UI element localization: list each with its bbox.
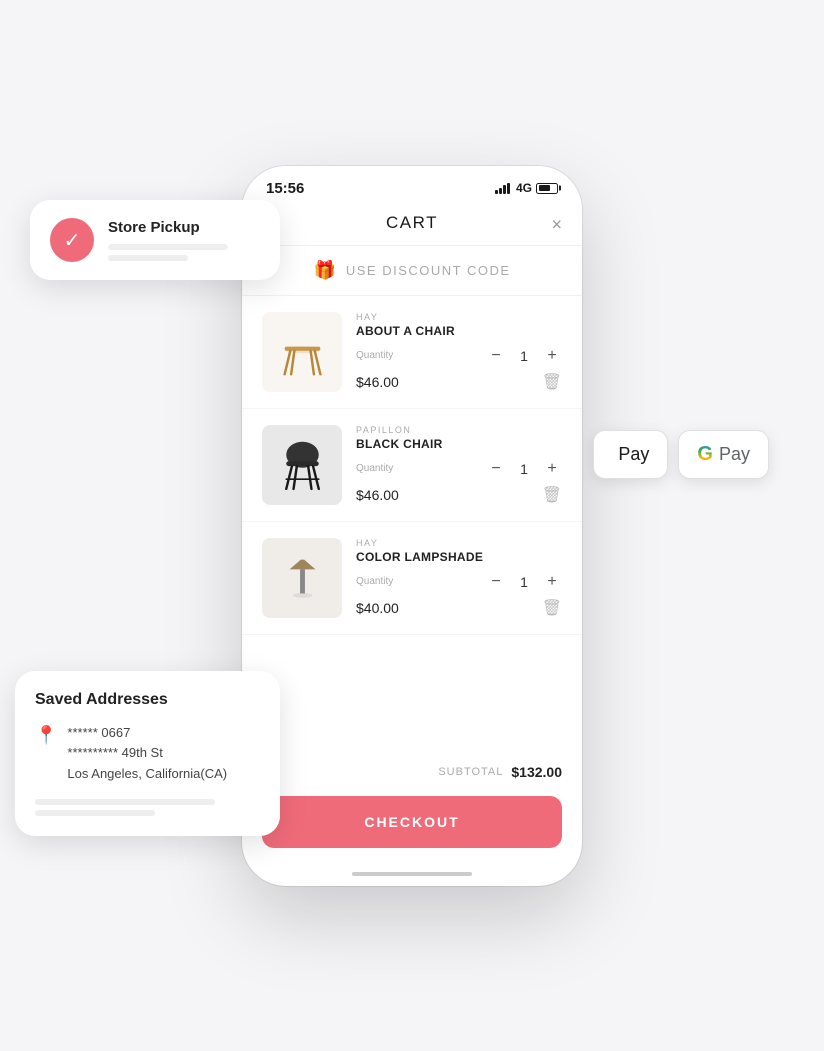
pickup-line-2 xyxy=(108,255,188,261)
qty-label-3: Quantity xyxy=(356,576,393,587)
item-name-3: COLOR LAMPSHADE xyxy=(356,550,562,564)
item-image-2 xyxy=(262,425,342,505)
item-details-2: PAPILLON BLACK CHAIR Quantity − 1 + $46.… xyxy=(356,425,562,505)
item-price-2: $46.00 xyxy=(356,487,399,503)
home-indicator xyxy=(352,872,472,876)
network-label: 4G xyxy=(516,181,532,195)
pay-buttons-overlay: Pay G Pay xyxy=(593,430,769,479)
phone-frame: 15:56 4G CART × 🎁 USE DISCOUNT xyxy=(242,166,582,886)
item-category-1: HAY xyxy=(356,312,562,322)
battery-icon xyxy=(536,183,558,194)
status-icons: 4G xyxy=(495,181,558,195)
address-text: ****** 0667 ********** 49th St Los Angel… xyxy=(67,723,227,785)
quantity-row-1: Quantity − 1 + xyxy=(356,346,562,366)
phone-inner: 15:56 4G CART × 🎁 USE DISCOUNT xyxy=(242,166,582,886)
address-line-1: ****** 0667 xyxy=(67,723,227,744)
cart-items-list: HAY ABOUT A CHAIR Quantity − 1 + $46.00 … xyxy=(242,296,582,752)
pickup-lines xyxy=(108,244,228,261)
item-name-1: ABOUT A CHAIR xyxy=(356,324,562,338)
pickup-title: Store Pickup xyxy=(108,219,228,236)
pickup-content: Store Pickup xyxy=(108,219,228,261)
qty-decrease-1[interactable]: − xyxy=(486,346,506,366)
discount-section[interactable]: 🎁 USE DISCOUNT CODE xyxy=(242,246,582,296)
qty-value-2: 1 xyxy=(516,461,532,477)
cart-item-2: PAPILLON BLACK CHAIR Quantity − 1 + $46.… xyxy=(242,409,582,522)
subtotal-amount: $132.00 xyxy=(511,764,562,780)
cart-item-3: HAY COLOR LAMPSHADE Quantity − 1 + $40.0… xyxy=(242,522,582,635)
status-bar: 15:56 4G xyxy=(242,166,582,205)
address-entry: 📍 ****** 0667 ********** 49th St Los Ang… xyxy=(35,723,260,785)
qty-increase-2[interactable]: + xyxy=(542,459,562,479)
qty-controls-3: − 1 + xyxy=(486,572,562,592)
quantity-row-2: Quantity − 1 + xyxy=(356,459,562,479)
pickup-line-1 xyxy=(108,244,228,250)
cart-header: CART × xyxy=(242,205,582,246)
item-image-1 xyxy=(262,312,342,392)
qty-controls-2: − 1 + xyxy=(486,459,562,479)
item-price-row-1: $46.00 🗑 xyxy=(356,372,562,392)
signal-bars-icon xyxy=(495,182,510,194)
item-price-1: $46.00 xyxy=(356,374,399,390)
address-lines-placeholder xyxy=(35,799,260,816)
qty-increase-1[interactable]: + xyxy=(542,346,562,366)
item-details-3: HAY COLOR LAMPSHADE Quantity − 1 + $40.0… xyxy=(356,538,562,618)
addr-placeholder-1 xyxy=(35,799,215,805)
subtotal-label: SUBTOTAL xyxy=(438,766,503,778)
subtotal-row: SUBTOTAL $132.00 xyxy=(242,752,582,788)
address-line-3: Los Angeles, California(CA) xyxy=(67,764,227,785)
qty-decrease-2[interactable]: − xyxy=(486,459,506,479)
item-price-3: $40.00 xyxy=(356,600,399,616)
gift-icon: 🎁 xyxy=(313,260,335,281)
item-name-2: BLACK CHAIR xyxy=(356,437,562,451)
status-time: 15:56 xyxy=(266,180,304,197)
item-details-1: HAY ABOUT A CHAIR Quantity − 1 + $46.00 … xyxy=(356,312,562,392)
qty-controls-1: − 1 + xyxy=(486,346,562,366)
cart-item-1: HAY ABOUT A CHAIR Quantity − 1 + $46.00 … xyxy=(242,296,582,409)
cart-title: CART xyxy=(386,213,438,233)
item-price-row-2: $46.00 🗑 xyxy=(356,485,562,505)
addresses-title: Saved Addresses xyxy=(35,691,260,709)
google-g-icon: G xyxy=(697,443,713,466)
item-category-3: HAY xyxy=(356,538,562,548)
store-pickup-card: ✓ Store Pickup xyxy=(30,200,280,280)
item-price-row-3: $40.00 🗑 xyxy=(356,598,562,618)
qty-label-2: Quantity xyxy=(356,463,393,474)
delete-icon-2[interactable]: 🗑 xyxy=(542,485,562,505)
addr-placeholder-2 xyxy=(35,810,155,816)
pickup-checkmark-icon: ✓ xyxy=(50,218,94,262)
qty-increase-3[interactable]: + xyxy=(542,572,562,592)
qty-value-3: 1 xyxy=(516,574,532,590)
location-pin-icon: 📍 xyxy=(35,725,57,746)
close-button[interactable]: × xyxy=(551,214,562,235)
delete-icon-1[interactable]: 🗑 xyxy=(542,372,562,392)
saved-addresses-card: Saved Addresses 📍 ****** 0667 **********… xyxy=(15,671,280,836)
apple-pay-button[interactable]: Pay xyxy=(593,430,668,479)
item-category-2: PAPILLON xyxy=(356,425,562,435)
apple-pay-label: Pay xyxy=(618,444,649,465)
google-pay-button[interactable]: G Pay xyxy=(678,430,769,479)
delete-icon-3[interactable]: 🗑 xyxy=(542,598,562,618)
checkout-button[interactable]: CHECKOUT xyxy=(262,796,562,848)
discount-code-button[interactable]: USE DISCOUNT CODE xyxy=(346,263,511,278)
item-image-3 xyxy=(262,538,342,618)
qty-value-1: 1 xyxy=(516,348,532,364)
google-pay-label: Pay xyxy=(719,444,750,465)
qty-decrease-3[interactable]: − xyxy=(486,572,506,592)
quantity-row-3: Quantity − 1 + xyxy=(356,572,562,592)
address-line-2: ********** 49th St xyxy=(67,743,227,764)
qty-label-1: Quantity xyxy=(356,350,393,361)
